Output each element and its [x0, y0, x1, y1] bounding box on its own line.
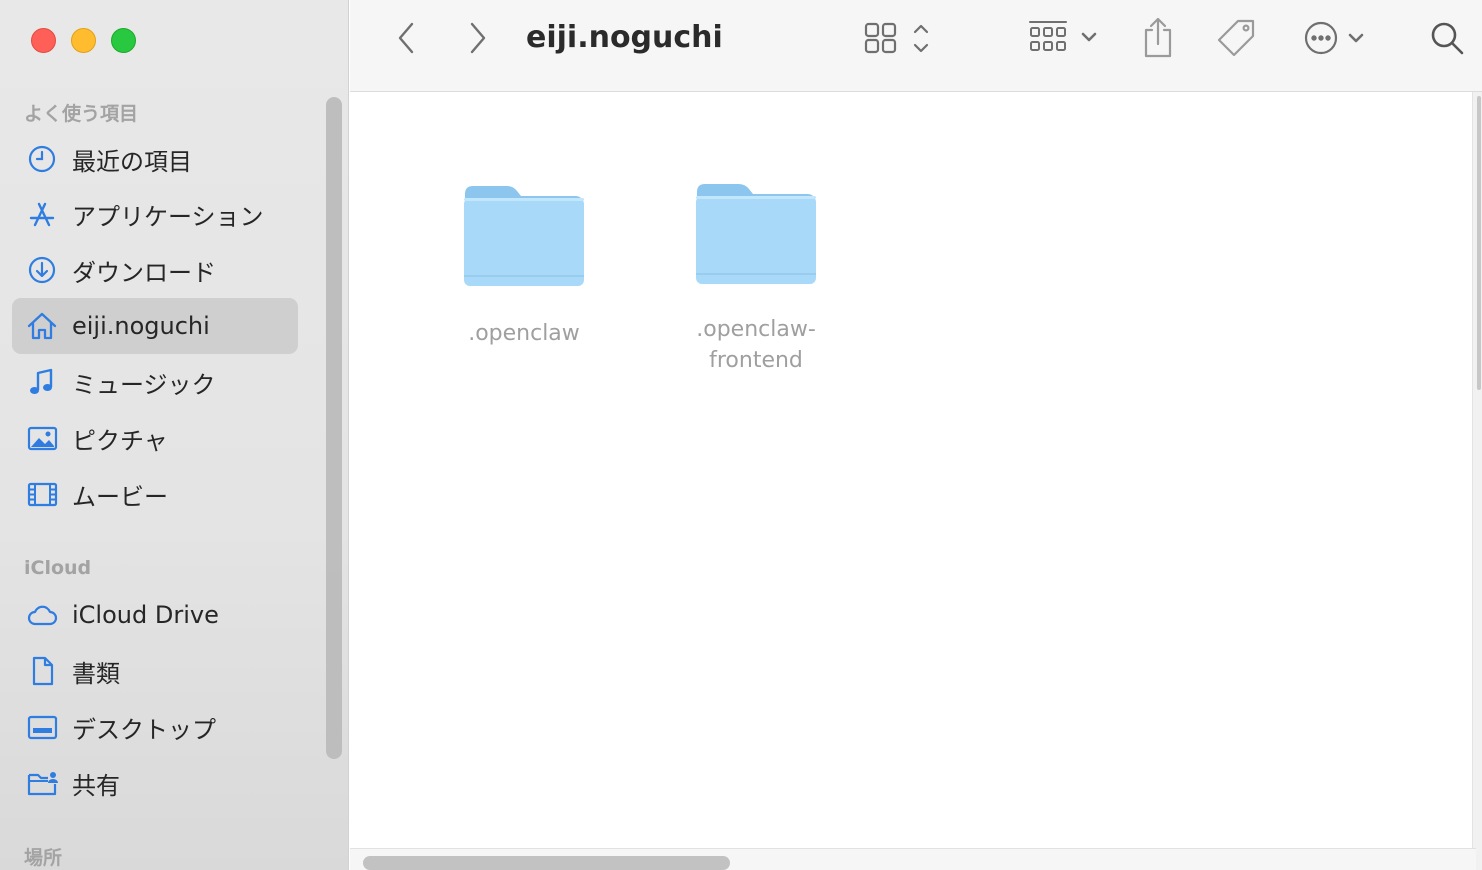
shared-folder-icon: [26, 767, 60, 799]
sidebar-scrollbar[interactable]: [326, 97, 342, 759]
sidebar-item-label: ミュージック: [72, 370, 216, 399]
sidebar-item-home[interactable]: eiji.noguchi: [12, 298, 298, 354]
photo-icon: [26, 422, 60, 454]
group-icon: [1024, 18, 1104, 62]
download-icon: [26, 254, 60, 286]
forward-button[interactable]: [458, 16, 498, 64]
sidebar-item-music[interactable]: ミュージック: [12, 354, 298, 410]
minimize-window-button[interactable]: [71, 28, 96, 53]
folder-item[interactable]: .openclaw: [434, 182, 614, 349]
sidebar-item-movies[interactable]: ムービー: [12, 466, 298, 522]
folder-icon: [463, 182, 585, 292]
back-button[interactable]: [386, 16, 426, 64]
sidebar-item-label: 最近の項目: [72, 147, 192, 176]
icon-view-icon: [862, 18, 938, 62]
document-icon: [26, 655, 60, 687]
sidebar-item-downloads[interactable]: ダウンロード: [12, 242, 298, 298]
sidebar-item-icloud-drive[interactable]: iCloud Drive: [12, 587, 298, 643]
more-icon: [1300, 18, 1370, 62]
folder-name: .openclaw: [468, 321, 580, 346]
search-icon: [1427, 18, 1467, 62]
sidebar-item-label: デスクトップ: [72, 715, 216, 744]
share-icon: [1140, 16, 1176, 64]
tag-button[interactable]: [1216, 16, 1258, 64]
sidebar-item-label: 書類: [72, 659, 120, 688]
search-button[interactable]: [1426, 16, 1468, 64]
back-icon: [394, 20, 418, 60]
sidebar-item-label: eiji.noguchi: [72, 312, 210, 340]
vertical-scroll-thumb[interactable]: [1477, 96, 1481, 390]
view-mode-button[interactable]: [862, 16, 938, 64]
tag-icon: [1216, 17, 1258, 63]
share-button[interactable]: [1138, 16, 1178, 64]
horizontal-scroll-thumb[interactable]: [363, 856, 730, 870]
sidebar-item-label: ムービー: [72, 482, 168, 511]
group-button[interactable]: [1024, 16, 1104, 64]
sidebar: よく使う項目 最近の項目 アプリケーション ダウンロード eiji.noguch…: [0, 0, 349, 870]
sidebar-item-pictures[interactable]: ピクチャ: [12, 410, 298, 466]
folder-icon: [695, 180, 817, 290]
window-title: eiji.noguchi: [526, 20, 723, 55]
sidebar-item-label: アプリケーション: [72, 202, 264, 231]
sidebar-section-locations: 場所: [24, 847, 63, 869]
folder-name: .openclaw-frontend: [696, 317, 816, 373]
sidebar-section-favorites: よく使う項目: [24, 103, 139, 125]
sidebar-item-label: ピクチャ: [72, 426, 168, 455]
sidebar-item-label: iCloud Drive: [72, 601, 219, 629]
sidebar-item-applications[interactable]: アプリケーション: [12, 186, 298, 242]
home-icon: [26, 310, 60, 342]
toolbar: eiji.noguchi: [350, 0, 1482, 92]
file-browser-area[interactable]: .openclaw .openclaw-frontend: [350, 92, 1476, 870]
sidebar-item-recents[interactable]: 最近の項目: [12, 131, 298, 187]
more-actions-button[interactable]: [1300, 16, 1370, 64]
sidebar-section-icloud: iCloud: [24, 557, 92, 579]
zoom-window-button[interactable]: [111, 28, 136, 53]
sidebar-item-desktop[interactable]: デスクトップ: [12, 699, 298, 755]
sidebar-item-label: 共有: [72, 771, 120, 800]
sidebar-item-label: ダウンロード: [72, 258, 216, 287]
close-window-button[interactable]: [31, 28, 56, 53]
desktop-icon: [26, 711, 60, 743]
film-icon: [26, 478, 60, 510]
applications-icon: [26, 198, 60, 230]
sidebar-item-shared[interactable]: 共有: [12, 755, 298, 811]
sidebar-item-documents[interactable]: 書類: [12, 643, 298, 699]
music-icon: [26, 366, 60, 398]
cloud-icon: [26, 599, 60, 631]
clock-icon: [26, 143, 60, 175]
forward-icon: [466, 20, 490, 60]
folder-item[interactable]: .openclaw-frontend: [666, 180, 846, 376]
